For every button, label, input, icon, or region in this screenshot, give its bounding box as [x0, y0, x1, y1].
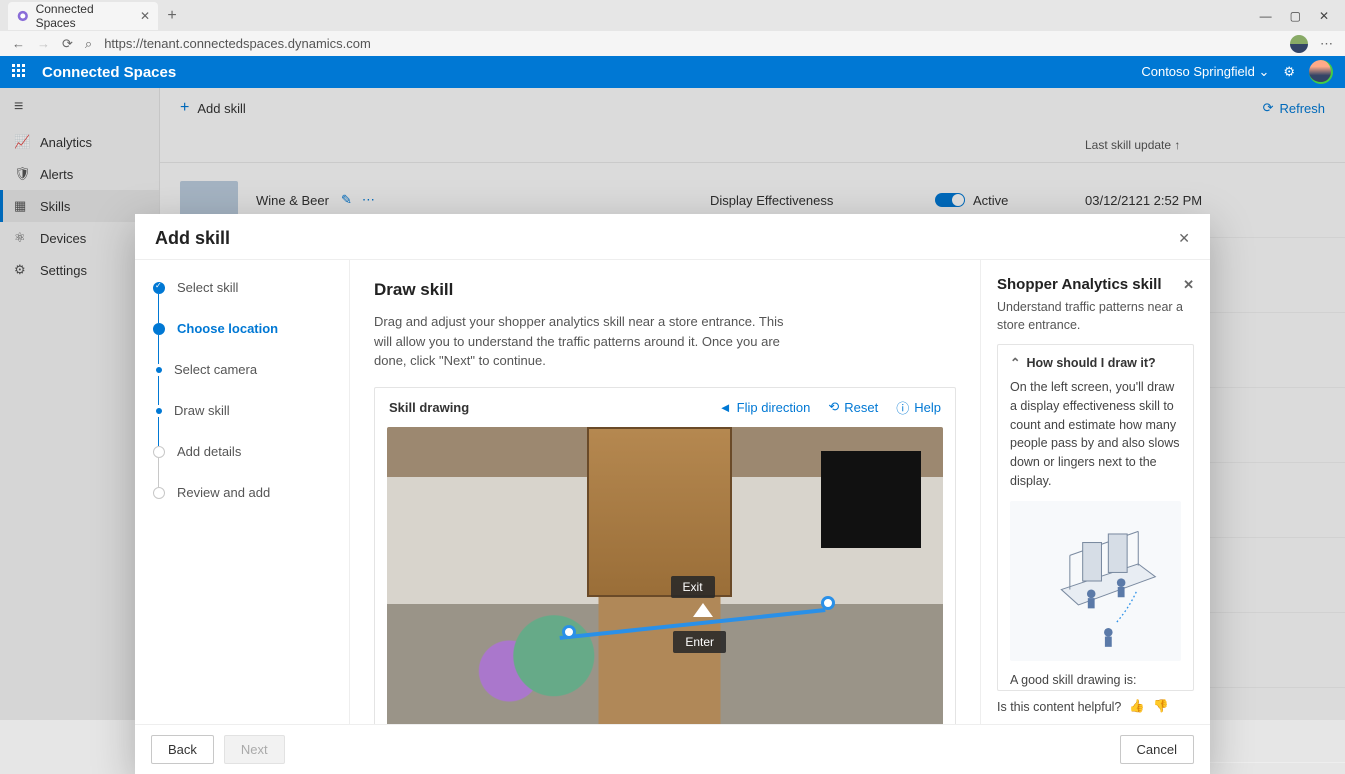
pane-heading: Draw skill: [374, 280, 956, 300]
direction-arrow-icon[interactable]: [693, 603, 713, 617]
thumbs-up-icon[interactable]: 👍: [1129, 699, 1145, 714]
modal-footer: Back Next Cancel: [135, 724, 1210, 774]
step-bullet: [153, 323, 165, 335]
tenant-picker[interactable]: Contoso Springfield ⌄: [1141, 64, 1269, 80]
step-bullet: [153, 446, 165, 458]
reload-icon[interactable]: ⟳: [62, 36, 73, 52]
help-card: ⌃How should I draw it? On the left scree…: [997, 344, 1194, 691]
modal-header: Add skill ✕: [135, 214, 1210, 260]
help-button[interactable]: ⓘHelp: [896, 398, 941, 417]
app-title: Connected Spaces: [42, 64, 176, 81]
exit-badge: Exit: [671, 576, 715, 598]
drawing-toolbar: Skill drawing ◄Flip direction ⟲Reset ⓘHe…: [375, 388, 955, 427]
browser-chrome: Connected Spaces ✕ + — ▢ ✕ ← → ⟳ ⌕ https…: [0, 0, 1345, 56]
wizard-step-review-and-add: Review and add: [153, 485, 331, 500]
browser-tab[interactable]: Connected Spaces ✕: [8, 2, 158, 30]
help-panel: Shopper Analytics skill✕ Understand traf…: [980, 260, 1210, 724]
flip-icon: ◄: [719, 400, 732, 415]
line-handle-left[interactable]: [562, 625, 576, 639]
wizard-steps: Select skillChoose locationSelect camera…: [135, 260, 350, 724]
reset-button[interactable]: ⟲Reset: [828, 398, 878, 417]
help-icon: ⓘ: [896, 398, 909, 417]
wizard-step-draw-skill: Draw skill: [153, 403, 331, 444]
app-header: Connected Spaces Contoso Springfield ⌄ ⚙: [0, 56, 1345, 88]
user-avatar[interactable]: [1309, 60, 1333, 84]
help-subtitle: Understand traffic patterns near a store…: [997, 299, 1194, 334]
feedback-row: Is this content helpful? 👍 👎: [997, 691, 1194, 714]
flip-direction-button[interactable]: ◄Flip direction: [719, 398, 811, 417]
search-icon[interactable]: ⌕: [85, 36, 92, 52]
door-graphic: [587, 427, 732, 598]
wizard-step-select-camera: Select camera: [153, 362, 331, 403]
back-button[interactable]: Back: [151, 735, 214, 764]
wizard-step-choose-location[interactable]: Choose location: [153, 321, 331, 362]
step-bullet: [153, 487, 165, 499]
tab-close-icon[interactable]: ✕: [140, 9, 150, 23]
skill-drawing-card: Skill drawing ◄Flip direction ⟲Reset ⓘHe…: [374, 387, 956, 725]
chevron-up-icon: ⌃: [1010, 355, 1020, 370]
help-body: On the left screen, you'll draw a displa…: [1010, 378, 1181, 491]
window-controls: — ▢ ✕: [1260, 9, 1345, 23]
maximize-icon[interactable]: ▢: [1290, 9, 1301, 23]
tab-title: Connected Spaces: [36, 2, 134, 30]
forward-icon: →: [37, 36, 50, 51]
add-skill-modal: Add skill ✕ Select skillChoose locationS…: [135, 214, 1210, 774]
step-bullet: [153, 282, 165, 294]
close-window-icon[interactable]: ✕: [1319, 9, 1329, 23]
line-handle-right[interactable]: [821, 596, 835, 610]
help-question[interactable]: ⌃How should I draw it?: [1010, 355, 1181, 370]
app-launcher-icon[interactable]: [12, 64, 28, 80]
step-bullet: [156, 408, 162, 414]
wizard-step-add-details: Add details: [153, 444, 331, 485]
reset-icon: ⟲: [828, 399, 839, 415]
tv-graphic: [821, 451, 921, 549]
wizard-step-select-skill[interactable]: Select skill: [153, 280, 331, 321]
back-icon[interactable]: ←: [12, 36, 25, 51]
settings-gear-icon[interactable]: ⚙: [1283, 64, 1295, 80]
tab-favicon: [16, 9, 30, 23]
camera-canvas[interactable]: Exit Enter: [387, 427, 943, 725]
address-bar[interactable]: https://tenant.connectedspaces.dynamics.…: [104, 36, 1278, 51]
browser-menu-icon[interactable]: ⋯: [1320, 36, 1333, 52]
thumbs-down-icon[interactable]: 👎: [1153, 699, 1169, 714]
page-body: ≡ 📈Analytics🛡Alerts▦Skills⚛Devices⚙Setti…: [0, 88, 1345, 720]
modal-title: Add skill: [155, 228, 230, 249]
modal-close-icon[interactable]: ✕: [1178, 230, 1190, 247]
chevron-down-icon: ⌄: [1258, 64, 1269, 79]
drawing-title: Skill drawing: [389, 400, 469, 415]
good-drawing-intro: A good skill drawing is:: [1010, 671, 1181, 690]
pane-description: Drag and adjust your shopper analytics s…: [374, 312, 794, 371]
modal-overlay: Add skill ✕ Select skillChoose locationS…: [0, 88, 1345, 720]
next-button: Next: [224, 735, 285, 764]
browser-profile-avatar[interactable]: [1290, 35, 1308, 53]
draw-skill-pane: Draw skill Drag and adjust your shopper …: [350, 260, 980, 724]
minimize-icon[interactable]: —: [1260, 9, 1272, 23]
help-close-icon[interactable]: ✕: [1183, 277, 1194, 293]
enter-badge: Enter: [673, 631, 726, 653]
tab-bar: Connected Spaces ✕ + — ▢ ✕: [0, 0, 1345, 31]
step-bullet: [156, 367, 162, 373]
cancel-button[interactable]: Cancel: [1120, 735, 1194, 764]
browser-nav-bar: ← → ⟳ ⌕ https://tenant.connectedspaces.d…: [0, 31, 1345, 56]
help-title: Shopper Analytics skill✕: [997, 276, 1194, 293]
help-illustration: [1010, 501, 1181, 661]
new-tab-button[interactable]: +: [158, 7, 186, 25]
